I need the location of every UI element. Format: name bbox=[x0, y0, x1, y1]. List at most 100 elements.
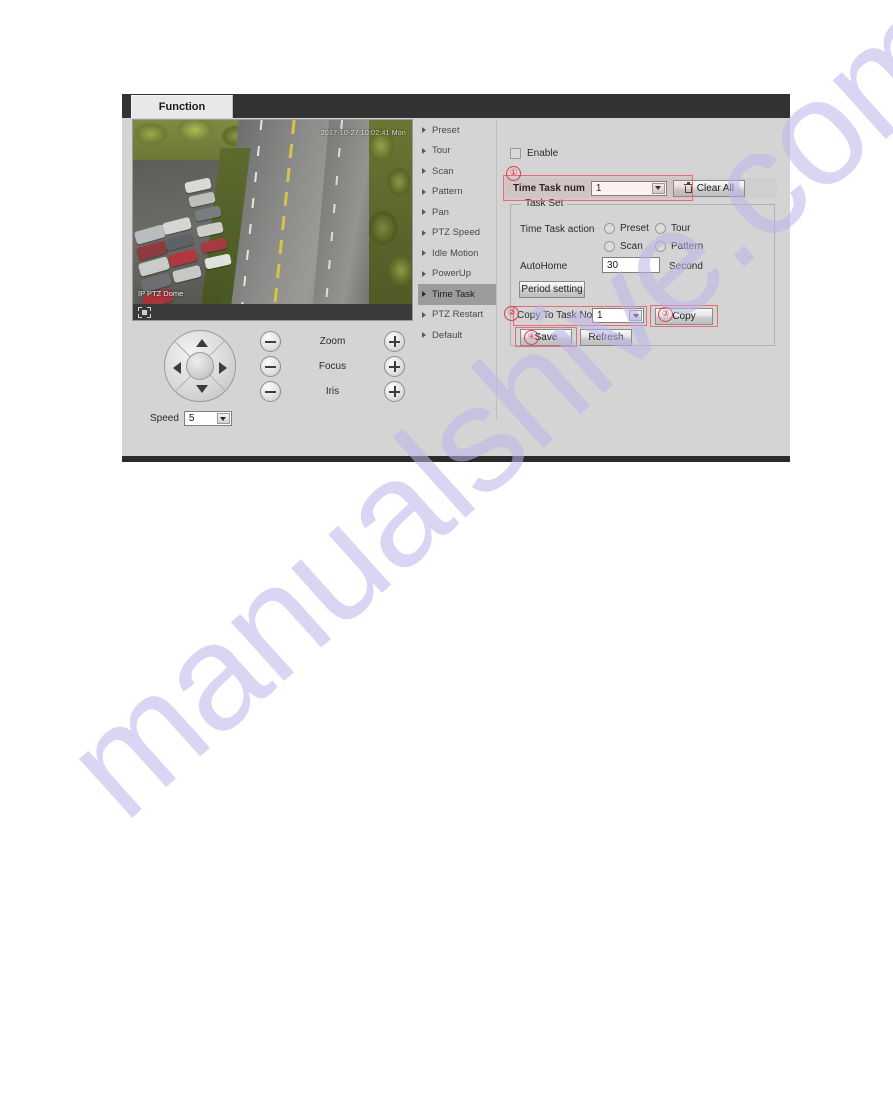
autohome-value: 30 bbox=[607, 259, 619, 271]
menu-item-label: Pattern bbox=[432, 186, 463, 198]
ptz-direction-pad[interactable] bbox=[164, 330, 236, 402]
ptz-center-button[interactable] bbox=[186, 352, 214, 380]
tab-function[interactable]: Function bbox=[131, 95, 233, 118]
menu-item-ptz-speed[interactable]: PTZ Speed bbox=[418, 223, 496, 244]
camera-web-window: Function 2017-10-27 10:02:41 Mon IP PTZ … bbox=[122, 94, 790, 462]
copy-to-task-label: Copy To Task No. bbox=[517, 310, 596, 321]
ptz-right-icon[interactable] bbox=[219, 362, 227, 374]
annotation-1: ① bbox=[506, 166, 521, 181]
zoom-minus-button[interactable] bbox=[260, 330, 281, 352]
video-toolbar bbox=[133, 304, 412, 320]
autohome-label: AutoHome bbox=[520, 261, 568, 272]
period-setting-button[interactable]: Period setting bbox=[519, 281, 585, 298]
focus-plus-button[interactable] bbox=[384, 355, 405, 377]
menu-item-label: PowerUp bbox=[432, 268, 472, 280]
menu-item-label: PTZ Speed bbox=[432, 227, 481, 239]
radio-preset[interactable]: Preset bbox=[604, 223, 649, 234]
enable-row: Enable bbox=[510, 148, 558, 159]
refresh-button[interactable]: Refresh bbox=[580, 329, 632, 346]
live-video-feed[interactable]: 2017-10-27 10:02:41 Mon IP PTZ Dome bbox=[133, 120, 412, 304]
chevron-right-icon bbox=[422, 188, 426, 195]
menu-item-label: Preset bbox=[432, 124, 460, 136]
menu-item-powerup[interactable]: PowerUp bbox=[418, 264, 496, 285]
enable-checkbox[interactable] bbox=[510, 148, 521, 159]
menu-item-ptz-restart[interactable]: PTZ Restart bbox=[418, 305, 496, 326]
function-menu: Preset Tour Scan Pattern Pan PTZ Speed I… bbox=[418, 120, 496, 346]
menu-item-label: Idle Motion bbox=[432, 247, 479, 259]
speed-row: Speed 5 bbox=[150, 411, 232, 426]
scene-vegetation-right bbox=[369, 120, 412, 304]
menu-item-label: PTZ Restart bbox=[432, 309, 484, 321]
menu-item-tour[interactable]: Tour bbox=[418, 141, 496, 162]
annotation-4: ④ bbox=[524, 330, 539, 345]
chevron-right-icon bbox=[422, 127, 426, 134]
chevron-right-icon bbox=[422, 332, 426, 339]
iris-control-row: Iris bbox=[260, 380, 405, 402]
autohome-input[interactable]: 30 bbox=[602, 257, 660, 273]
menu-item-default[interactable]: Default bbox=[418, 325, 496, 346]
zoom-plus-button[interactable] bbox=[384, 330, 405, 352]
chevron-down-icon[interactable] bbox=[651, 182, 665, 194]
time-task-form: Enable Time Task num 1 Clear All ① Task … bbox=[502, 120, 782, 350]
task-set-legend: Task Set bbox=[521, 198, 568, 209]
focus-label: Focus bbox=[318, 360, 347, 372]
annotation-3: ③ bbox=[658, 307, 673, 322]
refresh-label: Refresh bbox=[588, 332, 624, 343]
chevron-right-icon bbox=[422, 229, 426, 236]
radio-button[interactable] bbox=[655, 223, 666, 234]
menu-divider bbox=[496, 120, 497, 420]
menu-item-pattern[interactable]: Pattern bbox=[418, 182, 496, 203]
window-body: 2017-10-27 10:02:41 Mon IP PTZ Dome Zoom… bbox=[122, 118, 790, 456]
ptz-up-icon[interactable] bbox=[196, 339, 208, 347]
focus-control-row: Focus bbox=[260, 355, 405, 377]
iris-minus-button[interactable] bbox=[260, 380, 281, 402]
ptz-control-area: Zoom Focus Iris Speed 5 bbox=[132, 326, 413, 450]
annotation-2: ② bbox=[504, 306, 519, 321]
menu-item-time-task[interactable]: Time Task bbox=[418, 284, 496, 305]
chevron-down-icon[interactable] bbox=[216, 413, 230, 424]
video-preview-panel[interactable]: 2017-10-27 10:02:41 Mon IP PTZ Dome bbox=[132, 119, 413, 321]
chevron-right-icon bbox=[422, 209, 426, 216]
copy-label: Copy bbox=[672, 311, 696, 322]
menu-item-preset[interactable]: Preset bbox=[418, 120, 496, 141]
menu-item-label: Default bbox=[432, 329, 463, 341]
ptz-left-icon[interactable] bbox=[173, 362, 181, 374]
menu-item-label: Scan bbox=[432, 165, 454, 177]
window-bottom-bar bbox=[122, 456, 790, 462]
radio-button[interactable] bbox=[604, 241, 615, 252]
period-setting-label: Period setting bbox=[521, 284, 583, 295]
radio-tour-label: Tour bbox=[671, 223, 691, 234]
radio-button[interactable] bbox=[604, 223, 615, 234]
speed-select[interactable]: 5 bbox=[183, 411, 232, 426]
speed-label: Speed bbox=[150, 413, 179, 424]
ptz-down-icon[interactable] bbox=[196, 385, 208, 393]
chevron-right-icon bbox=[422, 147, 426, 154]
page-root: Function 2017-10-27 10:02:41 Mon IP PTZ … bbox=[0, 0, 893, 1106]
radio-scan[interactable]: Scan bbox=[604, 241, 643, 252]
enable-label: Enable bbox=[527, 148, 559, 159]
tab-function-label: Function bbox=[158, 101, 206, 113]
clear-all-label: Clear All bbox=[696, 182, 734, 194]
zoom-control-row: Zoom bbox=[260, 330, 405, 352]
iris-plus-button[interactable] bbox=[384, 380, 405, 402]
menu-item-label: Tour bbox=[432, 145, 451, 157]
radio-button[interactable] bbox=[655, 241, 666, 252]
focus-minus-button[interactable] bbox=[260, 355, 281, 377]
radio-tour[interactable]: Tour bbox=[655, 223, 690, 234]
menu-item-idle-motion[interactable]: Idle Motion bbox=[418, 243, 496, 264]
time-task-num-label: Time Task num bbox=[513, 182, 585, 194]
menu-item-pan[interactable]: Pan bbox=[418, 202, 496, 223]
time-task-action-label: Time Task action bbox=[520, 224, 595, 235]
chevron-down-icon[interactable] bbox=[629, 310, 642, 321]
clear-all-button[interactable]: Clear All bbox=[672, 179, 745, 197]
radio-pattern[interactable]: Pattern bbox=[655, 241, 703, 252]
time-task-num-select[interactable]: 1 bbox=[590, 180, 667, 196]
chevron-right-icon bbox=[422, 250, 426, 257]
zoom-label: Zoom bbox=[319, 335, 346, 347]
copy-to-task-select[interactable]: 1 bbox=[592, 308, 644, 323]
menu-item-label: Time Task bbox=[432, 288, 475, 300]
menu-item-scan[interactable]: Scan bbox=[418, 161, 496, 182]
iris-label: Iris bbox=[325, 385, 340, 397]
radio-pattern-label: Pattern bbox=[671, 241, 704, 252]
fullscreen-icon[interactable] bbox=[138, 306, 151, 318]
